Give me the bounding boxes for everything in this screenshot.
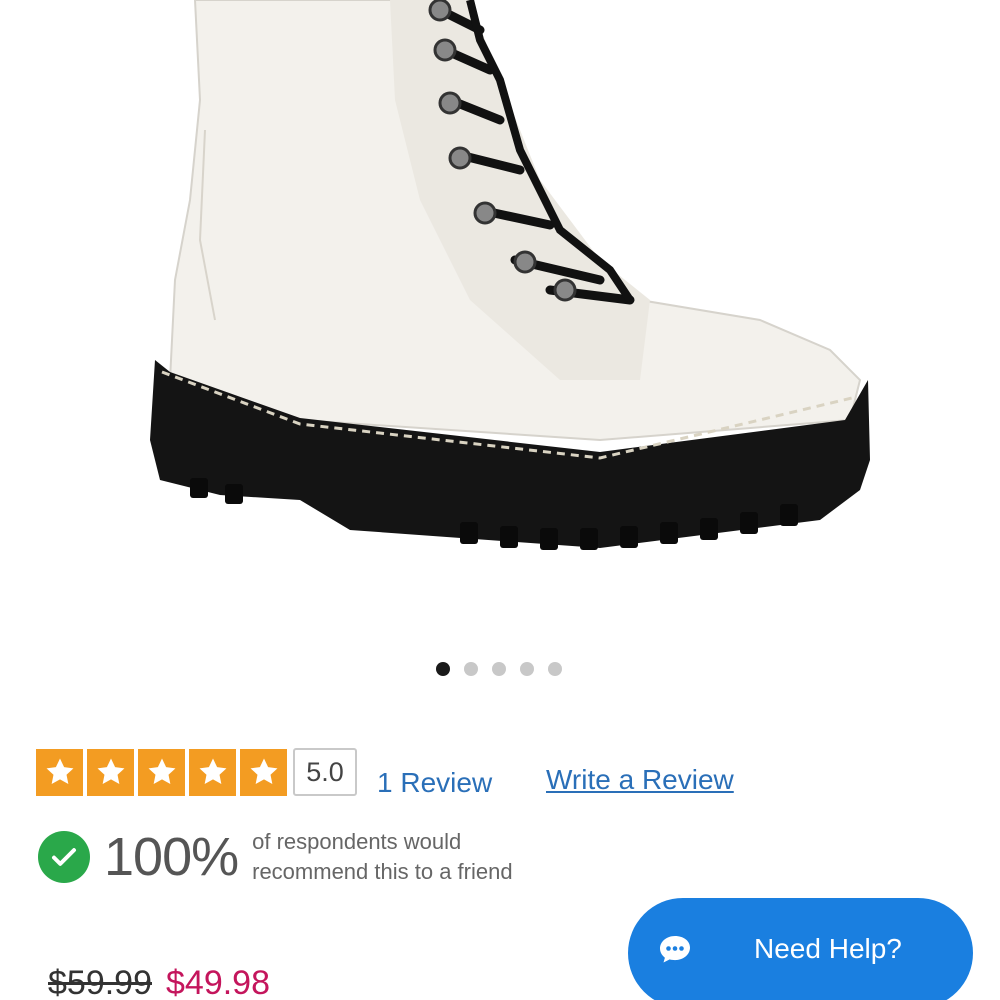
carousel-dot-5[interactable] (548, 662, 562, 676)
boot-photo (150, 0, 870, 550)
recommend-text: of respondents would recommend this to a… (252, 827, 512, 887)
carousel-dots[interactable] (436, 662, 562, 676)
product-image[interactable] (0, 0, 1000, 640)
star-icon (87, 748, 134, 796)
star-icon (189, 748, 236, 796)
carousel-dot-1[interactable] (436, 662, 450, 676)
carousel-dot-4[interactable] (520, 662, 534, 676)
chat-bubble-icon (660, 936, 690, 963)
recommend-summary: 100% of respondents would recommend this… (38, 826, 513, 888)
write-review-link[interactable]: Write a Review (546, 764, 734, 796)
recommend-line-2: recommend this to a friend (252, 859, 513, 884)
sale-price: $49.98 (166, 964, 270, 1000)
need-help-button[interactable]: Need Help? (628, 898, 973, 1000)
star-icon (36, 748, 83, 796)
review-count-link[interactable]: 1 Review (377, 767, 492, 799)
carousel-dot-3[interactable] (492, 662, 506, 676)
carousel-dot-2[interactable] (464, 662, 478, 676)
need-help-label: Need Help? (754, 933, 902, 964)
star-icon (138, 748, 185, 796)
price: $59.99 $49.98 (48, 964, 270, 1000)
original-price: $59.99 (48, 964, 152, 1000)
recommend-percent: 100% (104, 827, 239, 887)
rating-value: 5.0 (293, 748, 357, 796)
star-icon (240, 748, 287, 796)
checkmark-icon (38, 831, 90, 883)
rating-summary: 5.0 1 Review (36, 745, 492, 799)
star-rating (36, 748, 287, 796)
recommend-line-1: of respondents would (252, 829, 462, 854)
